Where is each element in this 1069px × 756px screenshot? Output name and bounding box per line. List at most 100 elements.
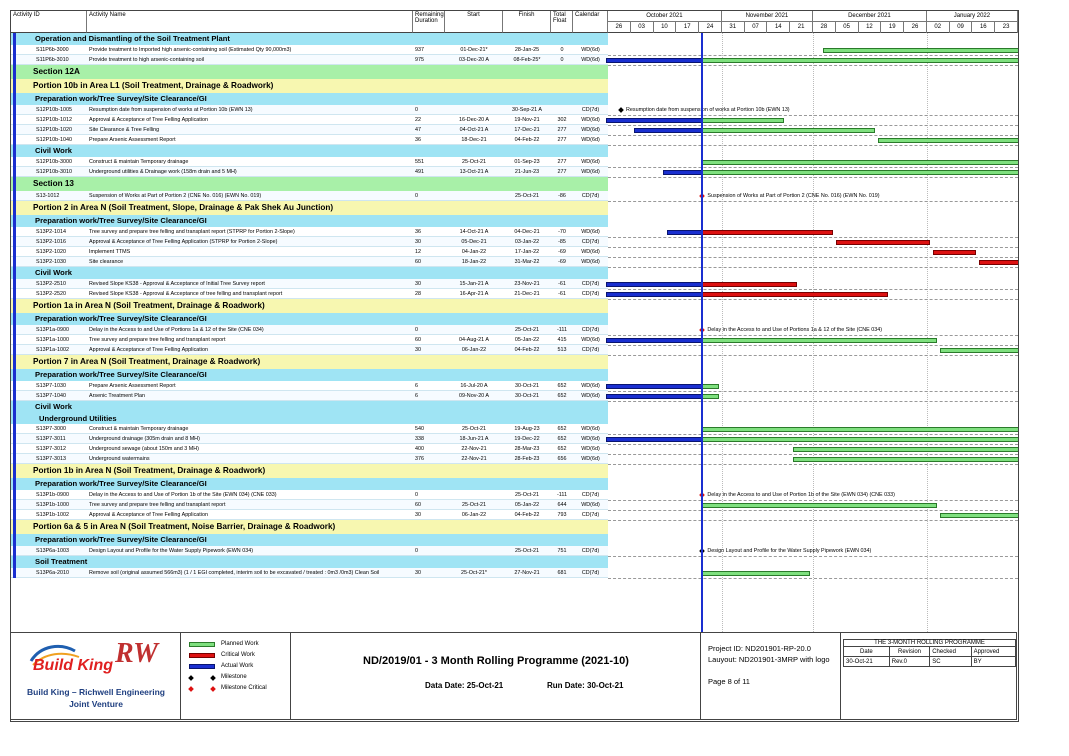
wbs-indent-marker [13,413,16,424]
table-row[interactable]: S13P2-2510 Revised Slope KS38 - Approval … [11,279,608,289]
actual-bar[interactable] [606,281,703,287]
planned-bar[interactable] [702,570,810,576]
table-row[interactable]: S13P7-1030 Prepare Arsenic Assessment Rep… [11,381,608,391]
table-row[interactable]: S13P7-3013 Underground watermains 376 22-No… [11,454,608,464]
actual-bar[interactable] [606,436,703,442]
planned-bar[interactable] [702,383,719,389]
actual-bar[interactable] [606,383,703,389]
wbs-band[interactable]: Preparation work/Tree Survey/Site Cleara… [11,478,608,490]
col-header-activity-name[interactable]: Activity Name [87,11,413,33]
table-row[interactable]: S13P7-3012 Underground sewage (about 150m… [11,444,608,454]
col-header-finish[interactable]: Finish [503,11,551,33]
wbs-band[interactable]: Section 12A [11,65,608,79]
actual-bar[interactable] [606,337,703,343]
planned-bar[interactable] [702,337,937,343]
critical-bar[interactable] [702,229,833,235]
planned-bar[interactable] [702,127,875,133]
table-row[interactable]: S12P10b-3000 Construct & maintain Tempora… [11,157,608,167]
col-header-calendar[interactable]: Calendar [573,11,608,33]
planned-bar[interactable] [822,47,1018,53]
wbs-band[interactable]: Preparation work/Tree Survey/Site Cleara… [11,369,608,381]
col-header-activity-id[interactable]: Activity ID [11,11,87,33]
table-row[interactable]: S13P1b-0900 Delay in the Access to and Us… [11,490,608,500]
wbs-band[interactable]: Civil Work [11,267,608,279]
row-gridline [608,453,1018,455]
cell-id: S13P2-1030 [36,259,66,265]
table-row[interactable]: S11P6b-3000 Provide treatment to Imported… [11,45,608,55]
table-row[interactable]: S13P1a-1002 Approval & Acceptance of Tree… [11,345,608,355]
table-row[interactable]: S12P10b-3010 Underground utilities & Drai… [11,167,608,177]
planned-bar[interactable] [702,502,937,508]
cell-start: 18-Dec-21 [461,137,487,143]
wbs-band[interactable]: Preparation work/Tree Survey/Site Cleara… [11,313,608,325]
wbs-band[interactable]: Portion 7 in Area N (Soil Treatment, Dra… [11,355,608,369]
wbs-band[interactable]: Preparation work/Tree Survey/Site Cleara… [11,215,608,227]
table-row[interactable]: S13P2-1014 Tree survey and prepare tree f… [11,227,608,237]
critical-bar[interactable] [702,281,797,287]
table-row[interactable]: S12P10b-1040 Prepare Arsenic Assessment R… [11,135,608,145]
wbs-band[interactable]: Operation and Dismantling of the Soil Tr… [11,33,608,45]
table-row[interactable]: S13P2-1030 Site clearance 60 18-Jan-22 31-Ma… [11,257,608,267]
table-row[interactable]: S13P2-1020 Implement TTMS 12 04-Jan-22 17-Ja… [11,247,608,257]
table-row[interactable]: S12P10b-1005 Resumption date from suspens… [11,105,608,115]
planned-bar[interactable] [793,446,1018,452]
planned-bar[interactable] [702,159,1018,165]
wbs-band[interactable]: Portion 1a in Area N (Soil Treatment, Dr… [11,299,608,313]
actual-bar[interactable] [606,393,703,399]
planned-bar[interactable] [702,436,1018,442]
wbs-band[interactable]: Soil Treatment [11,556,608,568]
col-header-remaining-duration[interactable]: Remaining Duration [413,11,445,33]
planned-bar[interactable] [878,137,1018,143]
table-row[interactable]: S13-1012 Suspension of Works at Part of P… [11,191,608,201]
wbs-band[interactable]: Civil Work [11,401,608,413]
wbs-band[interactable]: Portion 1b in Area N (Soil Treatment, Dr… [11,464,608,478]
col-header-start[interactable]: Start [445,11,503,33]
table-row[interactable]: S13P2-1016 Approval & Acceptance of Tree … [11,237,608,247]
actual-bar[interactable] [666,229,703,235]
wbs-band[interactable]: Portion 2 in Area N (Soil Treatment, Slo… [11,201,608,215]
wbs-band[interactable]: Preparation work/Tree Survey/Site Cleara… [11,534,608,546]
actual-bar[interactable] [663,169,703,175]
critical-bar[interactable] [702,291,888,297]
table-row[interactable]: S11P6b-3010 Provide treatment to high ars… [11,55,608,65]
planned-bar[interactable] [939,512,1018,518]
table-row[interactable]: S13P6a-2010 Remove soil (original assumed… [11,568,608,578]
planned-bar[interactable] [702,426,1018,432]
actual-bar[interactable] [606,57,703,63]
actual-bar[interactable] [606,117,703,123]
table-row[interactable]: S13P1a-0900 Delay in the Access to and Us… [11,325,608,335]
wbs-band[interactable]: Civil Work [11,145,608,157]
milestone-marker[interactable] [618,107,624,113]
project-id: Project ID: ND201901-RP-20.0 [708,644,811,653]
wbs-band[interactable]: Preparation work/Tree Survey/Site Cleara… [11,93,608,105]
actual-bar[interactable] [606,291,703,297]
table-row[interactable]: S13P2-2520 Revised Slope KS38 - Approval … [11,289,608,299]
planned-bar[interactable] [702,57,1018,63]
wbs-band[interactable]: Underground Utilities [11,413,608,424]
wbs-band[interactable]: Section 13 [11,177,608,191]
actual-bar[interactable] [634,127,703,133]
table-row[interactable]: S12P10b-1020 Site Clearance & Tree Fellin… [11,125,608,135]
table-row[interactable]: S13P1b-1002 Approval & Acceptance of Tree… [11,510,608,520]
table-row[interactable]: S13P7-3011 Underground drainage (305m dra… [11,434,608,444]
planned-bar[interactable] [939,347,1018,353]
critical-bar[interactable] [835,239,931,245]
planned-bar[interactable] [793,456,1018,462]
table-row[interactable]: S13P7-3000 Construct & maintain Temporary… [11,424,608,434]
critical-bar[interactable] [978,259,1018,265]
table-row[interactable]: S12P10b-1012 Approval & Acceptance of Tre… [11,115,608,125]
planned-bar[interactable] [702,117,784,123]
critical-bar[interactable] [933,249,976,255]
table-row[interactable]: S13P1a-1000 Tree survey and prepare tree … [11,335,608,345]
cell-name: Approval & Acceptance of Tree Felling Ap… [89,239,278,245]
wbs-band[interactable]: Portion 6a & 5 in Area N (Soil Treatment… [11,520,608,534]
row-indent-marker [13,500,16,510]
wbs-band[interactable]: Portion 10b in Area L1 (Soil Treatment, … [11,79,608,93]
planned-bar[interactable] [702,393,719,399]
table-row[interactable]: S13P1b-1000 Tree survey and prepare tree … [11,500,608,510]
planned-bar[interactable] [702,169,1018,175]
week-header: 24 [699,22,722,33]
table-row[interactable]: S13P6a-1003 Design Layout and Profile for… [11,546,608,556]
table-row[interactable]: S13P7-1040 Arsenic Treatment Plan 6 09-Nov-… [11,391,608,401]
col-header-total-float[interactable]: Total Float [551,11,573,33]
